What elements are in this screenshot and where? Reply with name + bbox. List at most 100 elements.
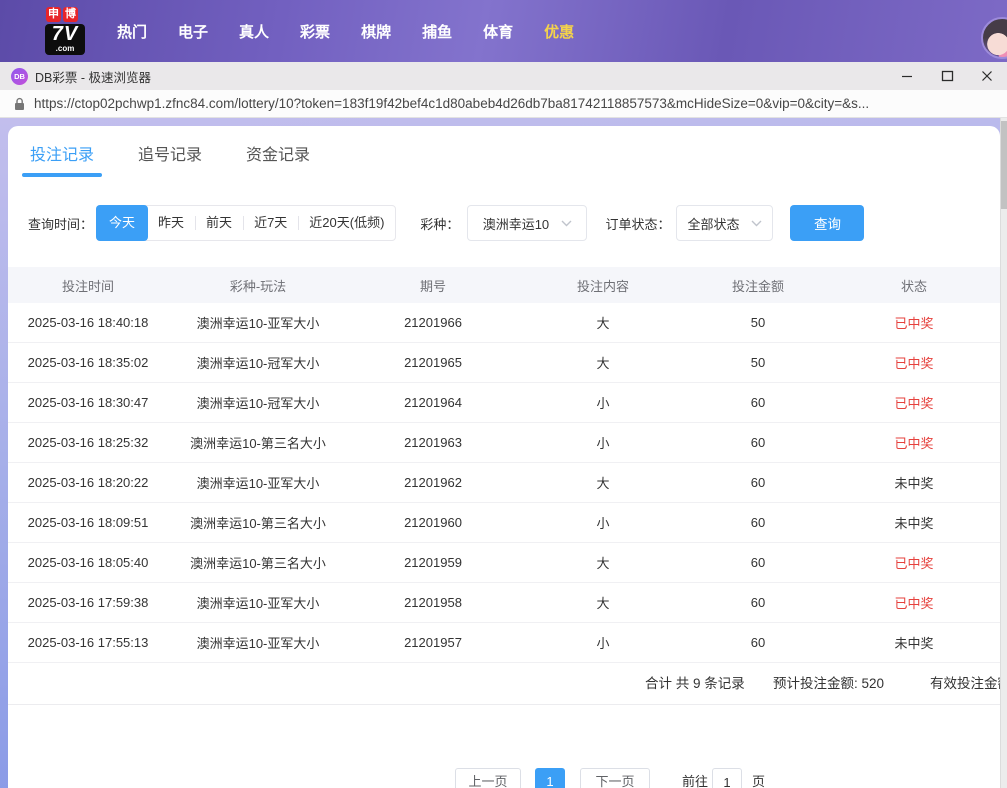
cell-bet-content: 大 [596, 556, 610, 571]
lottery-select[interactable]: 澳洲幸运10 [467, 205, 588, 241]
time-filter-group: 今天 昨天 前天 近7天 近20天(低频) [96, 205, 397, 241]
bet-records-table: 投注时间 彩种-玩法 期号 投注内容 投注金额 状态 2025-03-16 18… [8, 267, 1000, 663]
page-scrollbar [1000, 118, 1007, 788]
time-option[interactable]: 今天 [96, 205, 149, 241]
cell-bet-time: 2025-03-16 18:30:47 [27, 395, 149, 410]
table-row: 2025-03-16 18:35:02 澳洲幸运10-冠军大小 21201965… [8, 343, 1000, 383]
time-option[interactable]: 近20天(低频) [298, 206, 395, 240]
table-row: 2025-03-16 18:20:22 澳洲幸运10-亚军大小 21201962… [8, 463, 1000, 503]
tab-active[interactable]: 投注记录 [21, 141, 103, 177]
time-filter-label: 查询时间： [28, 216, 94, 232]
prev-page-button[interactable]: 上一页 [455, 768, 521, 788]
url-input[interactable] [34, 96, 994, 111]
order-status-select[interactable]: 全部状态 [676, 205, 774, 241]
cell-bet-amount: 60 [750, 475, 766, 490]
summary-record-count: 合计 共 9 条记录 [645, 676, 745, 691]
col-header-amount: 投注金额 [731, 278, 784, 294]
cell-bet-content: 小 [596, 396, 610, 411]
site-nav: 申 博 7V .com 热门 电子 真人 彩票 棋牌 捕鱼 体育 优惠 [0, 0, 1007, 62]
nav-item[interactable]: 彩票 [300, 21, 330, 42]
browser-window: 申 博 7V .com 热门 电子 真人 彩票 棋牌 捕鱼 体育 优惠 DB DB彩票 - 极… [0, 0, 1007, 788]
cell-bet-time: 2025-03-16 18:40:18 [27, 315, 149, 330]
col-header-game: 彩种-玩法 [229, 278, 287, 294]
cell-status: 已中奖 [894, 356, 934, 371]
table-row: 2025-03-16 18:05:40 澳洲幸运10-第三名大小 2120195… [8, 543, 1000, 583]
nav-menu: 热门 电子 真人 彩票 棋牌 捕鱼 体育 优惠 [117, 0, 574, 62]
page-background: 投注记录 追号记录 资金记录 查询时间： 今天 昨天 前天 近7天 近20天(低频) 彩种：… [0, 118, 1007, 788]
cell-issue: 21201964 [404, 395, 462, 410]
cell-status: 未中奖 [894, 516, 934, 531]
user-avatar[interactable] [981, 17, 1007, 59]
nav-item[interactable]: 体育 [483, 21, 513, 42]
pagination: 上一页 1 下一页 前往 页 [8, 768, 1000, 788]
cell-game: 澳洲幸运10-冠军大小 [196, 396, 320, 411]
order-status-value: 全部状态 [687, 216, 740, 232]
next-page-button[interactable]: 下一页 [580, 768, 650, 788]
cell-game: 澳洲幸运10-第三名大小 [190, 516, 326, 531]
cell-bet-content: 小 [596, 636, 610, 651]
cell-bet-amount: 60 [750, 555, 766, 570]
current-page-button[interactable]: 1 [535, 768, 565, 788]
cell-game: 澳洲幸运10-第三名大小 [190, 556, 326, 571]
nav-item[interactable]: 电子 [178, 21, 208, 42]
tab-inactive[interactable]: 追号记录 [138, 141, 202, 177]
cell-status: 已中奖 [894, 316, 934, 331]
table-row: 2025-03-16 18:40:18 澳洲幸运10-亚军大小 21201966… [8, 303, 1000, 343]
chevron-down-icon [751, 220, 762, 227]
browser-titlebar: DB DB彩票 - 极速浏览器 [0, 62, 1007, 90]
logo-text: 7V [51, 23, 79, 45]
cell-bet-content: 大 [596, 596, 610, 611]
table-row: 2025-03-16 17:59:38 澳洲幸运10-亚军大小 21201958… [8, 583, 1000, 623]
col-header-status: 状态 [900, 278, 927, 294]
cell-bet-amount: 60 [750, 395, 766, 410]
cell-issue: 21201962 [404, 475, 462, 490]
time-option[interactable]: 前天 [195, 206, 243, 240]
table-row: 2025-03-16 18:25:32 澳洲幸运10-第三名大小 2120196… [8, 423, 1000, 463]
cell-game: 澳洲幸运10-亚军大小 [196, 476, 320, 491]
col-header-content: 投注内容 [576, 278, 629, 294]
summary-valid-amount: 有效投注金额 [930, 676, 1007, 691]
minimize-icon[interactable] [887, 62, 927, 90]
window-title: DB彩票 - 极速浏览器 [35, 70, 151, 85]
nav-item[interactable]: 热门 [117, 21, 147, 42]
nav-item[interactable]: 捕鱼 [422, 21, 452, 42]
cell-bet-amount: 50 [750, 355, 766, 370]
cell-game: 澳洲幸运10-冠军大小 [196, 356, 320, 371]
cell-bet-time: 2025-03-16 18:25:32 [27, 435, 149, 450]
content-card: 投注记录 追号记录 资金记录 查询时间： 今天 昨天 前天 近7天 近20天(低频) 彩种：… [8, 126, 1007, 788]
cell-game: 澳洲幸运10-亚军大小 [196, 596, 320, 611]
col-header-bet-time: 投注时间 [61, 278, 114, 294]
site-logo[interactable]: 申 博 7V .com [45, 7, 107, 55]
cell-issue: 21201963 [404, 435, 462, 450]
cell-issue: 21201960 [404, 515, 462, 530]
record-tabs: 投注记录 追号记录 资金记录 [8, 126, 1000, 177]
table-row: 2025-03-16 18:30:47 澳洲幸运10-冠军大小 21201964… [8, 383, 1000, 423]
tab-inactive[interactable]: 资金记录 [246, 141, 310, 177]
scrollbar-thumb[interactable] [1001, 121, 1007, 209]
logo-badge: 申 [46, 7, 61, 22]
cell-bet-time: 2025-03-16 17:59:38 [27, 595, 149, 610]
cell-status: 已中奖 [894, 596, 934, 611]
address-bar [0, 90, 1007, 118]
nav-item[interactable]: 优惠 [544, 21, 574, 42]
cell-issue: 21201965 [404, 355, 462, 370]
logo-badges: 申 博 [46, 7, 107, 22]
cell-issue: 21201966 [404, 315, 462, 330]
cell-status: 未中奖 [894, 636, 934, 651]
logo-suffix: .com [55, 44, 75, 53]
cell-bet-amount: 60 [750, 635, 766, 650]
cell-bet-time: 2025-03-16 18:35:02 [27, 355, 149, 370]
time-option[interactable]: 近7天 [243, 206, 298, 240]
close-icon[interactable] [967, 62, 1007, 90]
maximize-icon[interactable] [927, 62, 967, 90]
search-button[interactable]: 查询 [790, 205, 865, 241]
cell-game: 澳洲幸运10-第三名大小 [190, 436, 326, 451]
time-option[interactable]: 昨天 [147, 206, 195, 240]
status-filter-label: 订单状态： [605, 216, 671, 232]
cell-status: 已中奖 [894, 396, 934, 411]
nav-item[interactable]: 棋牌 [361, 21, 391, 42]
nav-item[interactable]: 真人 [239, 21, 269, 42]
lock-icon [14, 97, 25, 111]
goto-page-input[interactable] [712, 768, 742, 788]
cell-status: 已中奖 [894, 556, 934, 571]
